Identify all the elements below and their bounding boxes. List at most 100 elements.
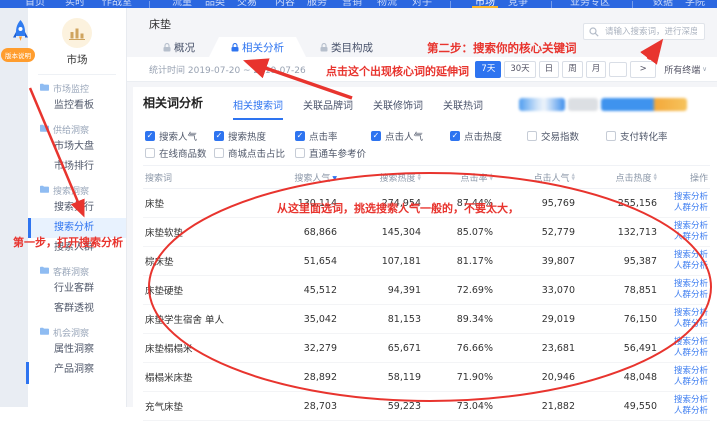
- sidebar-item-link[interactable]: 行业客群: [28, 279, 126, 299]
- action-link[interactable]: 人群分析: [661, 232, 708, 243]
- tab-category-composition[interactable]: 类目构成: [306, 37, 387, 57]
- column-header[interactable]: 搜索热度▲▼: [339, 166, 423, 189]
- metric-checkbox[interactable]: ✓搜索人气: [145, 129, 197, 143]
- action-link[interactable]: 搜索分析: [661, 395, 708, 406]
- action-link[interactable]: 人群分析: [661, 290, 708, 301]
- nav-item[interactable]: 内容: [275, 0, 295, 8]
- column-header[interactable]: 点击人气▲▼: [495, 166, 577, 189]
- checkbox-icon[interactable]: [295, 148, 305, 158]
- nav-item[interactable]: 业务专区: [570, 0, 610, 8]
- sidebar-item-link[interactable]: 搜索排行: [28, 198, 126, 218]
- checkbox-icon[interactable]: [214, 148, 224, 158]
- date-filter-button[interactable]: 7天: [475, 61, 501, 78]
- action-link[interactable]: 人群分析: [661, 261, 708, 272]
- nav-item[interactable]: 品类: [205, 0, 225, 8]
- keyword-search-box[interactable]: [583, 23, 705, 40]
- sort-icons[interactable]: ▲▼: [572, 174, 575, 182]
- nav-item[interactable]: 学院: [685, 0, 705, 8]
- tab-related-analysis[interactable]: 相关分析: [209, 37, 306, 57]
- nav-item[interactable]: 服务: [307, 0, 327, 8]
- action-link[interactable]: 人群分析: [661, 348, 708, 359]
- nav-item[interactable]: 营销: [342, 0, 362, 8]
- date-filter-button[interactable]: 日: [539, 61, 560, 78]
- checkbox-checked-icon[interactable]: ✓: [214, 131, 224, 141]
- action-link[interactable]: 搜索分析: [661, 192, 708, 203]
- sidebar-item-link[interactable]: 产品洞察: [28, 360, 126, 380]
- sidebar-item-link[interactable]: 监控看板: [28, 96, 126, 116]
- date-filter-button[interactable]: 30天: [504, 61, 535, 78]
- sort-icons[interactable]: ▲▼: [490, 174, 493, 182]
- checkbox-icon[interactable]: [145, 148, 155, 158]
- terminal-dropdown[interactable]: 所有终端∨: [664, 63, 707, 76]
- sidebar-item-link[interactable]: 客群透视: [28, 299, 126, 319]
- action-link[interactable]: 人群分析: [661, 406, 708, 417]
- action-link[interactable]: 搜索分析: [661, 308, 708, 319]
- checkbox-icon[interactable]: [527, 131, 537, 141]
- sidebar-section-header[interactable]: 机会洞察: [28, 325, 126, 340]
- blurred-button[interactable]: [519, 98, 565, 111]
- column-header[interactable]: 点击率▲▼: [423, 166, 495, 189]
- checkbox-checked-icon[interactable]: ✓: [145, 131, 155, 141]
- action-link[interactable]: 搜索分析: [661, 366, 708, 377]
- action-link[interactable]: 人群分析: [661, 377, 708, 388]
- blurred-button[interactable]: [568, 98, 598, 111]
- metric-checkbox[interactable]: 交易指数: [527, 129, 579, 143]
- sidebar-section-header[interactable]: 客群洞察: [28, 264, 126, 279]
- subtab-hot-words[interactable]: 关联热词: [443, 97, 483, 120]
- subtab-related-search-words[interactable]: 相关搜索词: [233, 97, 283, 120]
- checkbox-checked-icon[interactable]: ✓: [371, 131, 381, 141]
- nav-item[interactable]: 竞争: [508, 0, 528, 8]
- column-header[interactable]: 搜索人气▼: [255, 166, 339, 189]
- metric-checkbox[interactable]: 商城点击占比: [214, 146, 285, 160]
- sort-icons[interactable]: ▲▼: [418, 174, 421, 182]
- sidebar-section-header[interactable]: 市场监控: [28, 81, 126, 96]
- version-badge[interactable]: 版本说明: [1, 48, 35, 62]
- market-avatar[interactable]: [62, 18, 92, 48]
- sidebar-section-header[interactable]: 供给洞察: [28, 122, 126, 137]
- date-picker-box[interactable]: [609, 62, 627, 77]
- checkbox-checked-icon[interactable]: ✓: [295, 131, 305, 141]
- checkbox-checked-icon[interactable]: ✓: [450, 131, 460, 141]
- subtab-modifier-words[interactable]: 关联修饰词: [373, 97, 423, 120]
- sort-desc-icon[interactable]: ▼: [332, 175, 337, 182]
- metric-checkbox[interactable]: ✓搜索热度: [214, 129, 266, 143]
- nav-item[interactable]: 交易: [237, 0, 257, 8]
- rocket-icon[interactable]: [13, 20, 28, 46]
- metric-checkbox[interactable]: ✓点击率: [295, 129, 338, 143]
- scrollbar-thumb[interactable]: [26, 362, 29, 384]
- metric-checkbox[interactable]: 在线商品数: [145, 146, 207, 160]
- nav-item[interactable]: 作战室: [102, 0, 132, 8]
- nav-item[interactable]: 对手: [412, 0, 432, 8]
- checkbox-icon[interactable]: [606, 131, 616, 141]
- metric-checkbox[interactable]: ✓点击人气: [371, 129, 423, 143]
- sidebar-item-link[interactable]: 市场排行: [28, 157, 126, 177]
- action-link[interactable]: 人群分析: [661, 203, 708, 214]
- nav-item[interactable]: 数据: [653, 0, 673, 8]
- action-link[interactable]: 搜索分析: [661, 250, 708, 261]
- date-filter-button[interactable]: 周: [562, 61, 583, 78]
- metric-checkbox[interactable]: 直通车参考价: [295, 146, 366, 160]
- nav-item[interactable]: 物流: [377, 0, 397, 8]
- sidebar-item-active[interactable]: 搜索分析: [28, 218, 126, 238]
- date-filter-button[interactable]: 月: [586, 61, 607, 78]
- action-link[interactable]: 搜索分析: [661, 279, 708, 290]
- action-link[interactable]: 人群分析: [661, 319, 708, 330]
- metric-checkbox[interactable]: 支付转化率: [606, 129, 668, 143]
- sidebar-section-header[interactable]: 搜索洞察: [28, 183, 126, 198]
- nav-item[interactable]: 流量: [172, 0, 192, 8]
- column-header[interactable]: 点击热度▲▼: [577, 166, 659, 189]
- sidebar-item-link[interactable]: 市场大盘: [28, 137, 126, 157]
- sidebar-item-link[interactable]: 搜索人群: [28, 238, 126, 258]
- sidebar-item-link[interactable]: 属性洞察: [28, 340, 126, 360]
- blurred-button[interactable]: [601, 98, 687, 111]
- sort-icons[interactable]: ▲▼: [654, 174, 657, 182]
- action-link[interactable]: 搜索分析: [661, 337, 708, 348]
- search-input[interactable]: [603, 26, 699, 38]
- nav-item[interactable]: 实时: [65, 0, 85, 8]
- next-period-button[interactable]: >: [630, 61, 656, 78]
- action-link[interactable]: 搜索分析: [661, 221, 708, 232]
- metric-checkbox[interactable]: ✓点击热度: [450, 129, 502, 143]
- nav-item[interactable]: 首页: [25, 0, 45, 8]
- tab-overview[interactable]: 概况: [149, 37, 209, 57]
- subtab-brand-words[interactable]: 关联品牌词: [303, 97, 353, 120]
